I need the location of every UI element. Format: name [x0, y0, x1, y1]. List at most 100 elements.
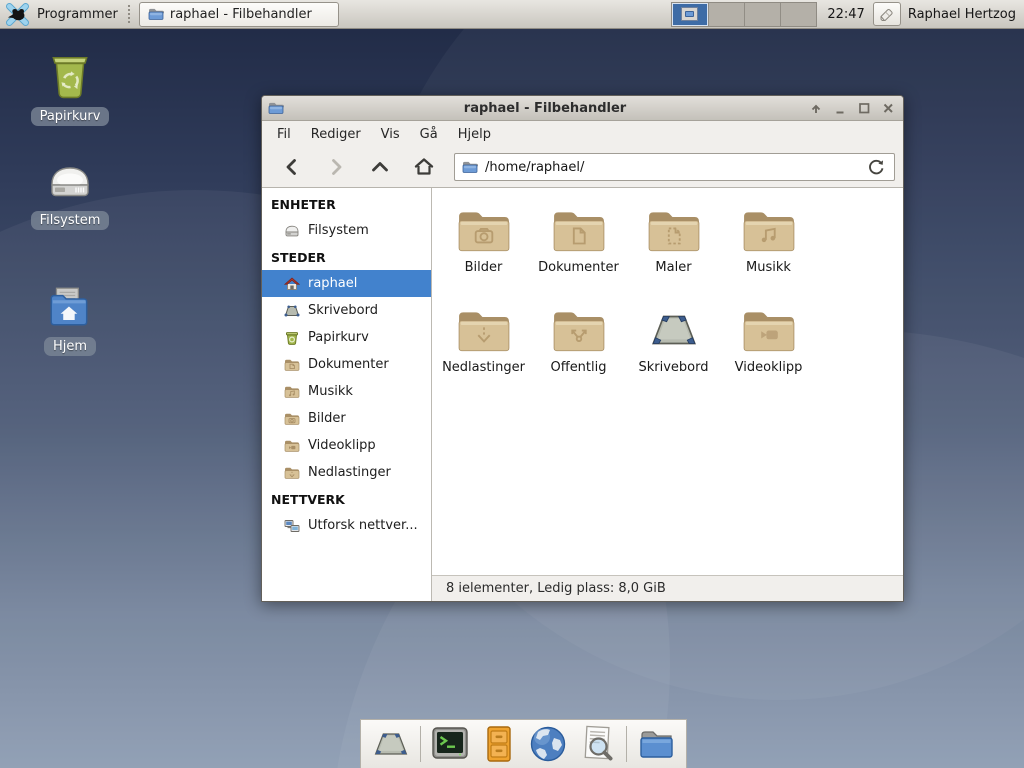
sidebar-item-filsystem[interactable]: Filsystem: [262, 217, 431, 244]
sidebar-item-label: Filsystem: [308, 223, 369, 238]
desktop-icon-label: Papirkurv: [31, 107, 110, 126]
applications-menu-button[interactable]: Programmer: [29, 1, 124, 28]
drive-icon: [44, 156, 96, 206]
sidebar-item-bilder[interactable]: Bilder: [262, 405, 431, 432]
folder-pictures-icon: [284, 411, 300, 427]
drive-icon: [284, 223, 300, 239]
statusbar-text: 8 ielementer, Ledig plass: 8,0 GiB: [446, 581, 666, 596]
workspace-2[interactable]: [708, 3, 744, 26]
trash-icon: [45, 50, 95, 102]
sidebar-item-videoklipp[interactable]: Videoklipp: [262, 432, 431, 459]
username-label: Raphael Hertzog: [908, 7, 1016, 22]
menubar: Fil Rediger Vis Gå Hjelp: [262, 121, 903, 147]
taskbar-window-button[interactable]: raphael - Filbehandler: [139, 2, 339, 27]
sidebar-item-papirkurv[interactable]: Papirkurv: [262, 324, 431, 351]
folder-launcher[interactable]: [636, 724, 676, 764]
desktop-icon: [284, 303, 300, 319]
folder-videos-icon: [742, 307, 796, 353]
applications-menu-label: Programmer: [37, 7, 118, 22]
close-button[interactable]: [878, 99, 897, 117]
terminal-icon: [430, 724, 470, 764]
sidebar-item-label: Nedlastinger: [308, 465, 391, 480]
minimize-button[interactable]: [830, 99, 849, 117]
desktop-icon-filesystem[interactable]: Filsystem: [18, 156, 122, 230]
top-panel: Programmer raphael - Filbehandler 22:47 …: [0, 0, 1024, 29]
file-item-nedlastinger[interactable]: Nedlastinger: [436, 301, 531, 401]
menu-ga[interactable]: Gå: [410, 123, 448, 146]
folder-documents-icon: [284, 357, 300, 373]
location-path[interactable]: /home/raphael/: [485, 160, 858, 175]
maximize-button[interactable]: [854, 99, 873, 117]
folder-downloads-icon: [284, 465, 300, 481]
menu-hjelp[interactable]: Hjelp: [448, 123, 501, 146]
file-item-videoklipp[interactable]: Videoklipp: [721, 301, 816, 401]
file-label: Bilder: [465, 260, 503, 275]
file-manager-window: raphael - Filbehandler Fil Rediger Vis G…: [261, 95, 904, 602]
menu-vis[interactable]: Vis: [371, 123, 410, 146]
folder-icon: [636, 724, 676, 764]
search-document-icon: [577, 724, 617, 764]
sidebar-item-network[interactable]: Utforsk nettver...: [262, 512, 431, 539]
workspace-3[interactable]: [744, 3, 780, 26]
toolbar: /home/raphael/: [262, 147, 903, 187]
home-button[interactable]: [402, 151, 446, 183]
file-label: Musikk: [746, 260, 791, 275]
reload-button[interactable]: [865, 156, 887, 178]
folder-pictures-icon: [457, 207, 511, 253]
shade-button[interactable]: [806, 99, 825, 117]
menu-fil[interactable]: Fil: [267, 123, 301, 146]
workspace-pager: [671, 2, 817, 27]
window-controls: [806, 99, 897, 117]
show-desktop-icon: [371, 727, 411, 761]
search-launcher[interactable]: [577, 724, 617, 764]
show-desktop-button[interactable]: [371, 724, 411, 764]
folder-window-icon: [148, 6, 164, 22]
clock: 22:47: [827, 7, 864, 22]
dock: [360, 719, 687, 768]
sidebar-item-skrivebord[interactable]: Skrivebord: [262, 297, 431, 324]
file-item-skrivebord[interactable]: Skrivebord: [626, 301, 721, 401]
trash-icon: [284, 330, 300, 346]
up-button[interactable]: [358, 151, 402, 183]
file-item-musikk[interactable]: Musikk: [721, 201, 816, 301]
back-button[interactable]: [270, 151, 314, 183]
sidebar-item-label: Bilder: [308, 411, 346, 426]
desktop-icon-trash[interactable]: Papirkurv: [18, 50, 122, 126]
sidebar-item-label: Papirkurv: [308, 330, 369, 345]
session-action-button[interactable]: [873, 2, 901, 26]
location-bar[interactable]: /home/raphael/: [454, 153, 895, 181]
file-item-offentlig[interactable]: Offentlig: [531, 301, 626, 401]
forward-button[interactable]: [314, 151, 358, 183]
file-label: Dokumenter: [538, 260, 619, 275]
sidebar-item-label: Skrivebord: [308, 303, 378, 318]
taskbar-window-label: raphael - Filbehandler: [170, 7, 312, 22]
folder-music-icon: [742, 207, 796, 253]
sidebar-item-dokumenter[interactable]: Dokumenter: [262, 351, 431, 378]
titlebar[interactable]: raphael - Filbehandler: [262, 96, 903, 121]
desktop-icon-label: Filsystem: [31, 211, 110, 230]
pager-mini-folder-icon: [685, 11, 694, 17]
file-label: Maler: [655, 260, 691, 275]
file-item-dokumenter[interactable]: Dokumenter: [531, 201, 626, 301]
file-item-bilder[interactable]: Bilder: [436, 201, 531, 301]
desktop-root: { "colors": { "selection_blue": "#4282cd…: [0, 0, 1024, 768]
web-browser-launcher[interactable]: [528, 724, 568, 764]
workspace-1[interactable]: [672, 3, 708, 26]
window-title: raphael - Filbehandler: [284, 101, 806, 116]
terminal-launcher[interactable]: [430, 724, 470, 764]
sidebar-item-musikk[interactable]: Musikk: [262, 378, 431, 405]
file-item-maler[interactable]: Maler: [626, 201, 721, 301]
folder-videos-icon: [284, 438, 300, 454]
desktop-icon-label: Hjem: [44, 337, 96, 356]
sidebar-item-nedlastinger[interactable]: Nedlastinger: [262, 459, 431, 486]
desktop-icon-home[interactable]: Hjem: [18, 284, 122, 356]
sidebar-item-label: Dokumenter: [308, 357, 389, 372]
menu-rediger[interactable]: Rediger: [301, 123, 371, 146]
sidebar-header-devices: ENHETER: [262, 191, 431, 217]
sidebar-header-places: STEDER: [262, 244, 431, 270]
window-folder-icon: [268, 100, 284, 116]
file-manager-launcher[interactable]: [479, 724, 519, 764]
sidebar-item-raphael[interactable]: raphael: [262, 270, 431, 297]
workspace-4[interactable]: [780, 3, 816, 26]
sidebar-item-label: Videoklipp: [308, 438, 376, 453]
